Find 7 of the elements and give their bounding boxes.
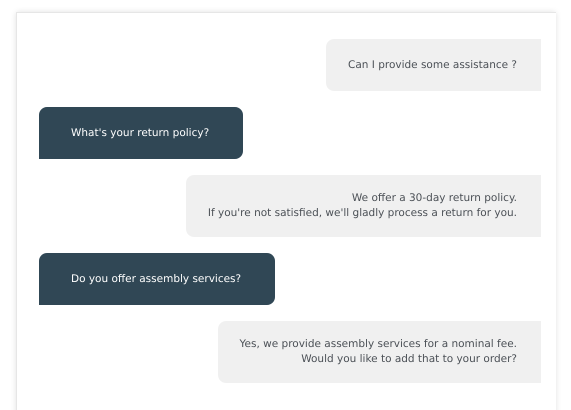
message-text: Do you offer assembly services?: [71, 272, 242, 286]
message-text: We offer a 30-day return policy.: [352, 191, 517, 206]
message-text: Would you like to add that to your order?: [301, 352, 517, 367]
message-text: Can I provide some assistance ?: [348, 58, 517, 72]
message-text: Yes, we provide assembly services for a nominal fee.: [240, 337, 517, 352]
message-text: What's your return policy?: [71, 126, 210, 140]
message-text: If you're not satisfied, we'll gladly process a return for you.: [208, 206, 517, 221]
